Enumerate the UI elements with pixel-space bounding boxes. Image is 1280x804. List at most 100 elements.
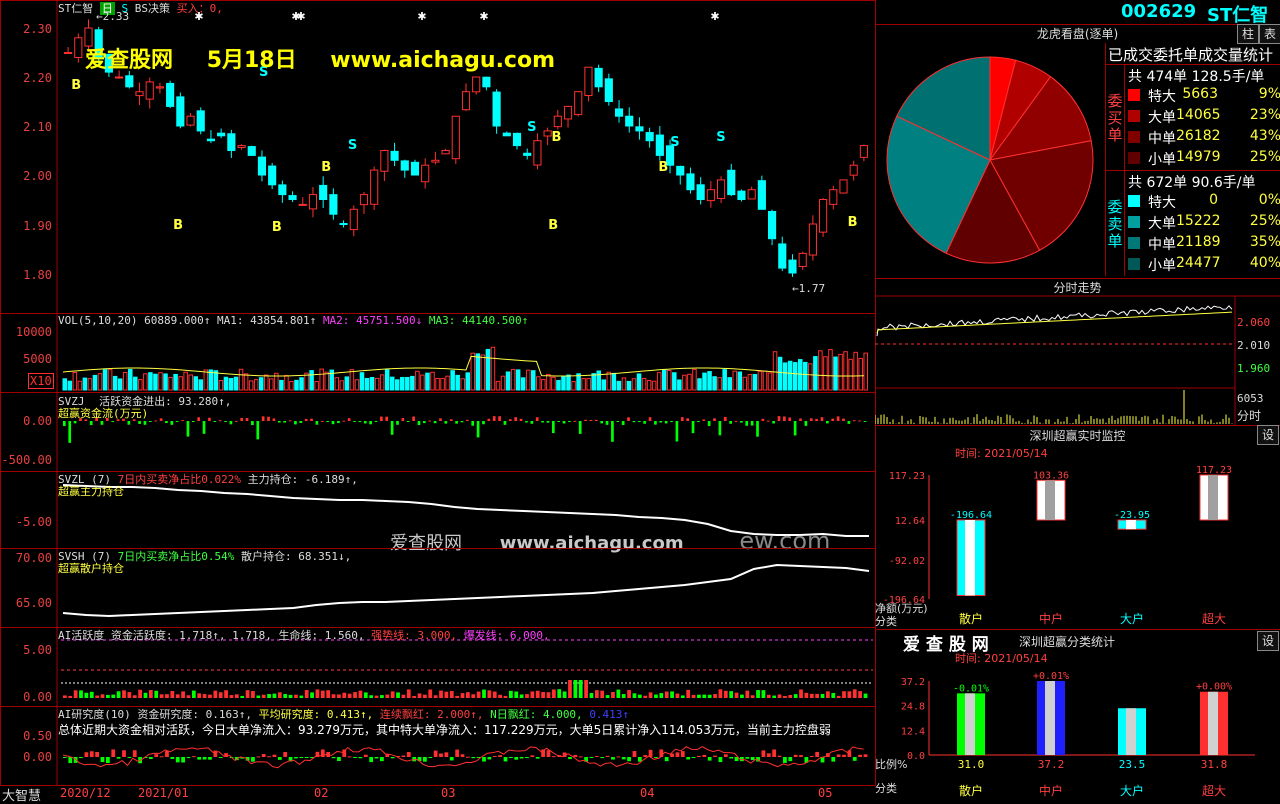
candle-body — [421, 164, 430, 183]
activity-bar — [675, 693, 680, 698]
activity-bar — [401, 694, 406, 698]
volume-bar — [722, 369, 727, 391]
ai-research-cont: 连续飘红: 2.000↑, — [379, 708, 484, 721]
order-percent: 23% — [1249, 107, 1280, 123]
svzl-ytick: -5.00 — [15, 515, 52, 529]
research-bar — [772, 749, 777, 757]
candle-body — [635, 126, 644, 132]
volume-bar — [112, 375, 118, 391]
indicator-bar — [568, 421, 571, 422]
volume-bar — [727, 377, 732, 391]
candle-body — [329, 194, 338, 215]
research-bar — [363, 754, 368, 757]
classify-chart[interactable]: 37.2 24.8 12.4 0.0 -0.01% 31.0 散户 +0.01% 37.2 中户 2… — [875, 629, 1280, 800]
research-bar — [691, 757, 696, 759]
vol-title: VOL(5,10,20) — [58, 314, 138, 327]
intraday-chart[interactable] — [875, 278, 1280, 425]
activity-bar — [519, 694, 524, 698]
activity-bar — [224, 690, 228, 698]
indicator-bar — [466, 419, 469, 421]
price-ytick: 2.20 — [23, 71, 52, 85]
activity-bar — [138, 689, 142, 698]
activity-bar — [546, 692, 551, 698]
research-bar — [218, 757, 223, 758]
activity-bar — [729, 691, 734, 698]
volume-bar — [561, 376, 566, 391]
indicator-bar — [347, 418, 351, 421]
bar-mode-tab[interactable]: 柱 — [1237, 24, 1259, 44]
indicator-bar — [707, 421, 711, 426]
research-bar — [256, 756, 261, 758]
volume-bar — [62, 378, 68, 391]
activity-bar — [170, 691, 175, 698]
indicator-bar — [621, 421, 625, 425]
order-percent: 0% — [1258, 192, 1280, 208]
volume-bar — [102, 369, 108, 391]
activity-bar — [578, 680, 583, 698]
candle-body — [441, 150, 450, 155]
research-bar — [723, 754, 728, 757]
indicator-bar — [697, 421, 700, 422]
volume-bar — [163, 373, 168, 391]
research-bar — [573, 754, 578, 757]
candle-body — [380, 150, 389, 172]
indicator-bar — [815, 419, 818, 421]
volume-bar — [460, 378, 465, 391]
indicator-bar — [310, 418, 313, 421]
indicator-bar — [766, 420, 770, 422]
candle-body — [512, 132, 522, 147]
research-bar — [159, 756, 164, 758]
volume-bar — [586, 378, 591, 391]
volume-bar — [551, 376, 556, 391]
research-bar — [122, 750, 126, 757]
monitor-chart[interactable]: 117.2312.64-92.02-196.64-196.64散户103.36中… — [875, 425, 1280, 629]
table-mode-tab[interactable]: 表 — [1259, 24, 1280, 44]
candle-body — [176, 96, 185, 127]
candle-body — [747, 189, 756, 200]
research-bar — [84, 752, 89, 757]
candle-body — [115, 76, 124, 79]
candle-body — [196, 110, 205, 132]
research-bar — [294, 757, 298, 759]
research-bar — [654, 757, 658, 758]
volume-bar — [319, 368, 324, 391]
candle-body — [737, 190, 746, 200]
volume-bar — [863, 352, 868, 391]
indicator-bar — [229, 421, 233, 425]
candle-body — [696, 184, 705, 201]
indicator-bar — [406, 421, 410, 422]
buy-side-label: 委买单 — [1107, 92, 1123, 144]
volume-bar — [732, 370, 738, 391]
volume-bar — [858, 358, 863, 391]
research-bar — [261, 754, 266, 757]
volume-bar — [369, 376, 375, 391]
activity-bar — [503, 695, 508, 698]
legend-swatch — [1128, 89, 1140, 101]
indicator-bar — [777, 416, 781, 421]
candle-body — [778, 243, 787, 269]
research-bar — [277, 757, 282, 760]
candle-body — [125, 75, 134, 88]
research-bar — [374, 757, 379, 759]
research-bar — [251, 757, 255, 762]
volume-bar — [405, 376, 410, 391]
svsh-ratio: 7日内买卖净占比0.54% — [117, 550, 235, 563]
intraday-panel[interactable]: 分时走势 2.060 2.010 1.960 6053 分时 — [875, 278, 1280, 426]
ai-research-summary: 总体近期大资金相对活跃，今日大单净流入：93.279万元，其中特大单净流入：11… — [58, 723, 831, 737]
activity-bar — [294, 694, 298, 698]
research-bar — [643, 755, 648, 757]
indicator-bar — [283, 421, 286, 423]
volume-bar — [359, 372, 365, 391]
activity-bar — [95, 695, 100, 698]
classify-category: 大户 — [1120, 783, 1144, 798]
candle-body — [227, 133, 236, 152]
research-bar — [788, 757, 793, 762]
indicator-bar — [820, 417, 824, 421]
activity-bar — [218, 692, 223, 698]
order-pie-chart[interactable] — [875, 42, 1105, 282]
activity-bar — [654, 694, 658, 698]
monitor-ytick: 12.64 — [895, 516, 925, 527]
classify-ytick: 37.2 — [901, 677, 925, 688]
research-bar — [449, 757, 454, 761]
volume-bar — [792, 362, 798, 391]
